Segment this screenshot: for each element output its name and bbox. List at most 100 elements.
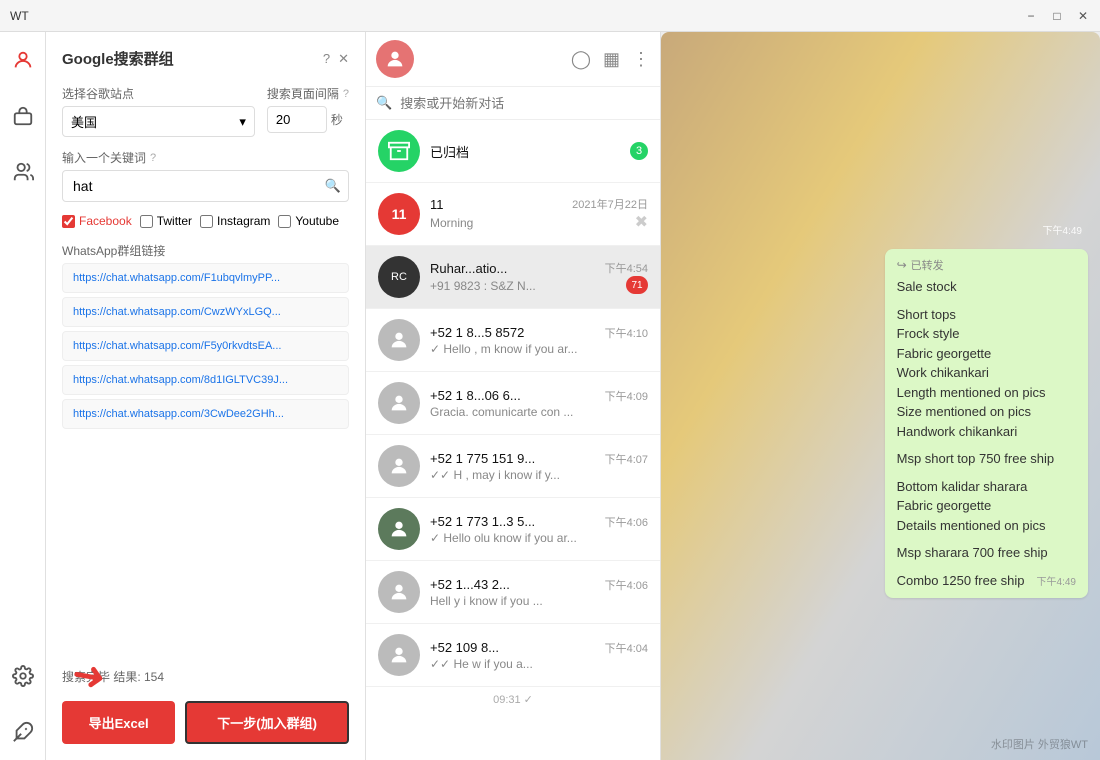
link-item[interactable]: https://chat.whatsapp.com/8d1IGLTVC39J..… (62, 365, 349, 395)
chat-preview-11: Morning (430, 216, 473, 230)
site-selector-wrapper: 选择谷歌站点 美国 ▾ (62, 85, 255, 137)
chat-time-3: 下午4:09 (605, 388, 648, 404)
chat-info-ruhanika: Ruhar...atio... 下午4:54 +91 9823 : S&Z N.… (430, 260, 648, 294)
search-panel: Google搜索群组 ? ✕ 选择谷歌站点 美国 ▾ 搜索頁面间隔 ? (46, 32, 366, 760)
chat-item-5[interactable]: +52 1 773 1..3 5... 下午4:06 ✓ Hello olu k… (366, 498, 660, 561)
keyword-search-icon[interactable]: 🔍 (325, 178, 341, 194)
chat-time-5: 下午4:06 (605, 514, 648, 530)
chat-info-7: +52 109 8... 下午4:04 ✓✓ He w if you a... (430, 640, 648, 671)
chat-info-4: +52 1 775 151 9... 下午4:07 ✓✓ H , may i k… (430, 451, 648, 482)
keyword-label: 输入一个关键词 ? (62, 149, 349, 166)
user-icon-btn[interactable] (5, 42, 41, 78)
archived-info: 已归档 3 (430, 142, 648, 161)
chat-avatar-6 (378, 571, 420, 613)
interval-input[interactable] (267, 106, 327, 133)
archived-item[interactable]: 已归档 3 (366, 120, 660, 183)
archived-badge: 3 (630, 142, 648, 160)
site-label: 选择谷歌站点 (62, 85, 255, 102)
icon-sidebar (0, 32, 46, 760)
checkbox-facebook[interactable]: Facebook (62, 214, 132, 228)
site-select[interactable]: 美国 ▾ (62, 106, 255, 137)
link-item[interactable]: https://chat.whatsapp.com/CwzWYxLGQ... (62, 297, 349, 327)
chat-window: RC Ruhanika Creation CL Grp 10 +1 (201) … (661, 32, 1100, 760)
chat-avatar-2 (378, 319, 420, 361)
close-panel-icon[interactable]: ✕ (338, 51, 349, 67)
chat-preview-5: ✓ Hello olu know if you ar... (430, 531, 577, 545)
chat-item-4[interactable]: +52 1 775 151 9... 下午4:07 ✓✓ H , may i k… (366, 435, 660, 498)
forwarded-message: ↪ 已转发 Sale stock Short tops Frock style … (885, 249, 1088, 598)
chat-time-ruhanika: 下午4:54 (605, 260, 648, 276)
interval-label: 搜索頁面间隔 ? (267, 85, 349, 102)
msg-time-1: 下午4:49 (1037, 575, 1076, 590)
interval-wrapper: 搜索頁面间隔 ? 秒 (267, 85, 349, 137)
titlebar: WT − □ ✕ (0, 0, 1100, 32)
chat-name-4: +52 1 775 151 9... (430, 451, 535, 466)
forwarded-label: ↪ 已转发 (897, 257, 1076, 273)
chat-avatar-5 (378, 508, 420, 550)
checkbox-twitter[interactable]: Twitter (140, 214, 192, 228)
chat-list-header: ◯ ▦ ⋮ (366, 32, 660, 87)
chat-item-7[interactable]: +52 109 8... 下午4:04 ✓✓ He w if you a... (366, 624, 660, 687)
chat-name-5: +52 1 773 1..3 5... (430, 514, 535, 529)
chat-preview-4: ✓✓ H , may i know if y... (430, 468, 560, 482)
checkbox-youtube[interactable]: Youtube (278, 214, 339, 228)
cancel-icon-11: ✖ (635, 212, 648, 232)
contacts-icon-btn[interactable] (5, 154, 41, 190)
chat-info-6: +52 1...43 2... 下午4:06 Hell y i know if … (430, 577, 648, 608)
chat-info-11: 11 2021年7月22日 Morning ✖ (430, 196, 648, 232)
chat-item-2[interactable]: +52 1 8...5 8572 下午4:10 ✓ Hello , m know… (366, 309, 660, 372)
link-item[interactable]: https://chat.whatsapp.com/F1ubqvlmyPP... (62, 263, 349, 293)
chat-item-6[interactable]: +52 1...43 2... 下午4:06 Hell y i know if … (366, 561, 660, 624)
close-button[interactable]: ✕ (1074, 7, 1092, 25)
keyword-input[interactable] (62, 170, 349, 202)
chat-info-2: +52 1 8...5 8572 下午4:10 ✓ Hello , m know… (430, 325, 648, 356)
maximize-button[interactable]: □ (1048, 7, 1066, 25)
next-step-button[interactable]: 下一步(加入群组) (185, 701, 349, 744)
image-time: 下午4:49 (1043, 222, 1082, 237)
search-result: 搜索完毕 结果: 154 (62, 668, 349, 685)
chat-avatar-7 (378, 634, 420, 676)
message-text: Sale stock Short tops Frock style Fabric… (897, 277, 1076, 590)
chat-items: 已归档 3 11 11 2021年7月22日 Morning ✖ (366, 120, 660, 760)
archived-label: 已归档 (430, 142, 469, 161)
briefcase-icon-btn[interactable] (5, 98, 41, 134)
chat-name-11: 11 (430, 197, 444, 212)
chat-item-ruhanika[interactable]: RC Ruhar...atio... 下午4:54 +91 9823 : S&Z… (366, 246, 660, 309)
chat-menu-icon[interactable]: ⋮ (632, 49, 650, 70)
puzzle-icon-btn[interactable] (5, 714, 41, 750)
help-icon[interactable]: ? (323, 51, 330, 67)
chat-compose-icon[interactable]: ▦ (603, 49, 620, 70)
chat-avatar-3 (378, 382, 420, 424)
chat-avatar-4 (378, 445, 420, 487)
search-bar-icon: 🔍 (376, 95, 392, 111)
user-avatar (376, 40, 414, 78)
app-title: WT (10, 9, 29, 23)
search-bar: 🔍 (366, 87, 660, 120)
chat-list-icons: ◯ ▦ ⋮ (571, 49, 650, 70)
settings-icon-btn[interactable] (5, 658, 41, 694)
export-excel-button[interactable]: 导出Excel (62, 701, 175, 744)
whatsapp-links-label: WhatsApp群组链接 (62, 242, 349, 259)
links-section: https://chat.whatsapp.com/F1ubqvlmyPP...… (62, 263, 349, 658)
chat-info-5: +52 1 773 1..3 5... 下午4:06 ✓ Hello olu k… (430, 514, 648, 545)
chat-time-4: 下午4:07 (605, 451, 648, 467)
chat-name-6: +52 1...43 2... (430, 577, 510, 592)
chat-item-11[interactable]: 11 11 2021年7月22日 Morning ✖ (366, 183, 660, 246)
link-item[interactable]: https://chat.whatsapp.com/3CwDee2GHh... (62, 399, 349, 429)
chat-time-7: 下午4:04 (605, 640, 648, 656)
archived-icon (378, 130, 420, 172)
minimize-button[interactable]: − (1022, 7, 1040, 25)
chat-status-icon[interactable]: ◯ (571, 49, 591, 70)
chat-preview-ruhanika: +91 9823 : S&Z N... (430, 279, 536, 293)
chat-badge-ruhanika: 71 (626, 276, 648, 294)
chat-info-3: +52 1 8...06 6... 下午4:09 Gracia. comunic… (430, 388, 648, 419)
checkbox-instagram[interactable]: Instagram (200, 214, 270, 228)
link-item[interactable]: https://chat.whatsapp.com/F5y0rkvdtsEA..… (62, 331, 349, 361)
chat-search-input[interactable] (400, 96, 650, 111)
interval-help-icon[interactable]: ? (343, 88, 349, 100)
chat-item-3[interactable]: +52 1 8...06 6... 下午4:09 Gracia. comunic… (366, 372, 660, 435)
panel-header-icons: ? ✕ (323, 51, 349, 67)
chat-time-11: 2021年7月22日 (572, 196, 648, 212)
image-message: 下午4:49 (828, 101, 1088, 241)
keyword-help-icon[interactable]: ? (150, 152, 156, 164)
